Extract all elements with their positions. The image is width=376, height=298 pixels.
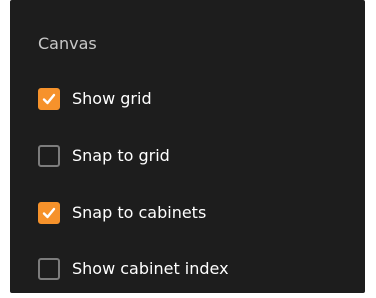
- snap-to-cabinets-option[interactable]: Snap to cabinets: [38, 199, 206, 227]
- snap-to-cabinets-checkbox[interactable]: [38, 202, 60, 224]
- show-grid-option[interactable]: Show grid: [38, 85, 152, 113]
- checkmark-icon: [42, 207, 56, 219]
- show-grid-label: Show grid: [72, 89, 152, 108]
- checkmark-icon: [42, 93, 56, 105]
- snap-to-cabinets-label: Snap to cabinets: [72, 203, 207, 222]
- snap-to-grid-option[interactable]: Snap to grid: [38, 142, 170, 170]
- canvas-settings-panel: Canvas Show grid Snap to grid Snap to ca…: [10, 0, 365, 293]
- snap-to-grid-checkbox[interactable]: [38, 145, 60, 167]
- section-title: Canvas: [38, 34, 97, 53]
- show-grid-checkbox[interactable]: [38, 88, 60, 110]
- show-cabinet-index-checkbox[interactable]: [38, 258, 60, 280]
- show-cabinet-index-label: Show cabinet index: [72, 259, 229, 278]
- show-cabinet-index-option[interactable]: Show cabinet index: [38, 255, 229, 283]
- snap-to-grid-label: Snap to grid: [72, 146, 170, 165]
